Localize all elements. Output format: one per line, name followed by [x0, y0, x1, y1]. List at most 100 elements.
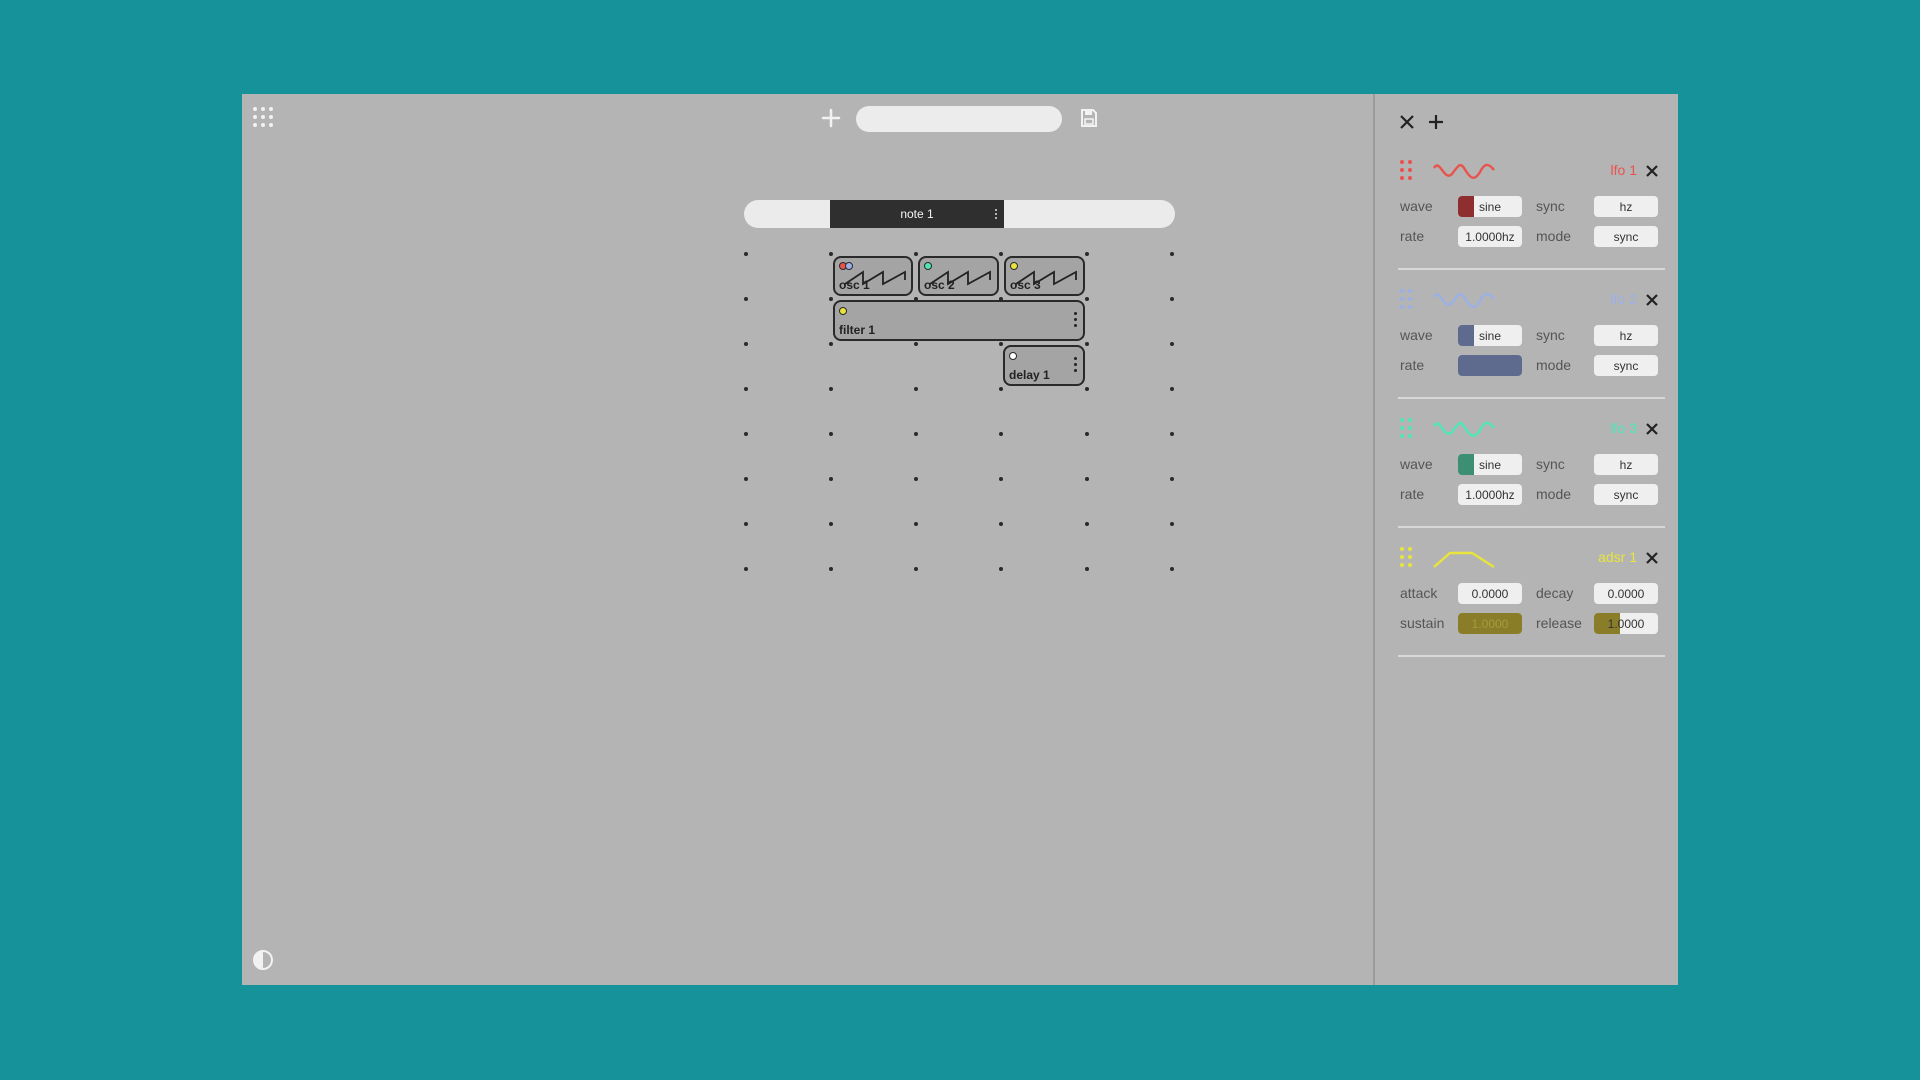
decay-slider[interactable]: 0.0000: [1594, 583, 1658, 604]
close-panel-button[interactable]: [1399, 114, 1417, 132]
drag-handle-icon[interactable]: [1400, 547, 1414, 569]
port-indicator[interactable]: [839, 307, 847, 315]
patch-canvas[interactable]: note 1 osc 1 osc 2 osc 3 filter 1 delay …: [242, 94, 1373, 985]
attack-slider[interactable]: 0.0000: [1458, 583, 1522, 604]
rate-slider[interactable]: 1.0000hz: [1458, 226, 1522, 247]
tab-menu-icon[interactable]: [994, 207, 998, 221]
wave-fill: [1458, 325, 1474, 346]
sync-label: sync: [1536, 456, 1565, 472]
grid-dot: [1170, 432, 1174, 436]
sync-label: sync: [1536, 327, 1565, 343]
add-modulator-button[interactable]: [1428, 114, 1446, 132]
remove-lfo-button[interactable]: [1645, 293, 1659, 307]
grid-dot: [1170, 387, 1174, 391]
rate-slider[interactable]: 1.0000hz: [1458, 355, 1522, 376]
sustain-label: sustain: [1400, 615, 1445, 631]
sync-select[interactable]: hz: [1594, 196, 1658, 217]
mode-select[interactable]: sync: [1594, 355, 1658, 376]
grid-dot: [914, 252, 918, 256]
wave-fill: [1458, 196, 1474, 217]
grid-dot: [914, 432, 918, 436]
grid-dot: [829, 252, 833, 256]
mode-select[interactable]: sync: [1594, 226, 1658, 247]
module-label: delay 1: [1009, 368, 1050, 382]
save-button[interactable]: [1077, 106, 1101, 130]
grid-dot: [1085, 522, 1089, 526]
drag-handle-icon[interactable]: [1400, 160, 1414, 182]
grid-dot: [1170, 297, 1174, 301]
rate-value: 1.0000hz: [1465, 487, 1515, 502]
grid-dot: [829, 342, 833, 346]
wave-fill: [1458, 454, 1474, 475]
grid-dot: [999, 522, 1003, 526]
lfo-name: lfo 3: [1610, 420, 1637, 436]
grid-dot: [829, 432, 833, 436]
grid-dot: [999, 252, 1003, 256]
module-osc-2[interactable]: osc 2: [918, 256, 999, 296]
grid-dot: [1085, 297, 1089, 301]
grid-dot: [1085, 567, 1089, 571]
port-indicator[interactable]: [1009, 352, 1017, 360]
mode-label: mode: [1536, 228, 1572, 244]
release-value: 1.0000: [1607, 616, 1645, 631]
remove-adsr-button[interactable]: [1645, 551, 1659, 565]
add-button[interactable]: [817, 104, 845, 132]
attack-value: 0.0000: [1471, 586, 1509, 601]
adsr-name: adsr 1: [1598, 549, 1637, 565]
module-osc-1[interactable]: osc 1: [833, 256, 913, 296]
sine-wave-icon: [1432, 292, 1495, 308]
wave-select[interactable]: sine: [1458, 454, 1522, 475]
search-input[interactable]: [856, 106, 1062, 132]
close-icon: [1646, 552, 1658, 564]
attack-label: attack: [1400, 585, 1438, 601]
grid-dot: [1085, 477, 1089, 481]
module-menu-icon[interactable]: [1074, 312, 1078, 330]
card-divider: [1398, 397, 1665, 399]
grid-dot: [744, 387, 748, 391]
grid-dot: [914, 477, 918, 481]
grid-dot: [999, 477, 1003, 481]
lfo-card-3: lfo 3 wave sine sync hz rate 1.0000hz mo…: [1398, 414, 1665, 540]
sync-value: hz: [1619, 199, 1633, 214]
wave-label: wave: [1400, 456, 1433, 472]
module-filter-1[interactable]: filter 1: [833, 300, 1085, 341]
wave-select[interactable]: sine: [1458, 325, 1522, 346]
lfo-card-2: lfo 2 wave sine sync hz rate 1.0000hz mo…: [1398, 285, 1665, 411]
release-slider[interactable]: 1.0000: [1594, 613, 1658, 634]
grid-dot: [1085, 252, 1089, 256]
grid-icon[interactable]: [253, 107, 275, 129]
grid-dot: [744, 297, 748, 301]
remove-lfo-button[interactable]: [1645, 164, 1659, 178]
contrast-icon: [253, 950, 273, 970]
module-osc-3[interactable]: osc 3: [1004, 256, 1085, 296]
rate-slider[interactable]: 1.0000hz: [1458, 484, 1522, 505]
tab-note-1[interactable]: note 1: [830, 200, 1004, 228]
wave-value: sine: [1478, 457, 1501, 472]
remove-lfo-button[interactable]: [1645, 422, 1659, 436]
drag-handle-icon[interactable]: [1400, 418, 1414, 440]
grid-dot: [1085, 387, 1089, 391]
module-delay-1[interactable]: delay 1: [1003, 345, 1085, 386]
rate-value: 1.0000hz: [1465, 358, 1515, 373]
mode-label: mode: [1536, 357, 1572, 373]
module-menu-icon[interactable]: [1074, 357, 1078, 375]
drag-handle-icon[interactable]: [1400, 289, 1414, 311]
sync-select[interactable]: hz: [1594, 454, 1658, 475]
sustain-slider[interactable]: 1.0000: [1458, 613, 1522, 634]
card-divider: [1398, 268, 1665, 270]
grid-dot: [1170, 252, 1174, 256]
lfo-name: lfo 2: [1610, 291, 1637, 307]
plus-icon: [821, 108, 841, 128]
sync-select[interactable]: hz: [1594, 325, 1658, 346]
wave-select[interactable]: sine: [1458, 196, 1522, 217]
grid-dot: [744, 522, 748, 526]
theme-toggle-button[interactable]: [252, 949, 274, 971]
sine-wave-icon: [1432, 421, 1495, 437]
mode-select[interactable]: sync: [1594, 484, 1658, 505]
grid-dot: [999, 387, 1003, 391]
close-icon: [1646, 294, 1658, 306]
grid-dot: [829, 297, 833, 301]
module-label: osc 3: [1010, 278, 1041, 292]
grid-dot: [1170, 522, 1174, 526]
modulator-panel: lfo 1 wave sine sync hz rate 1.0000hz mo…: [1373, 94, 1678, 985]
